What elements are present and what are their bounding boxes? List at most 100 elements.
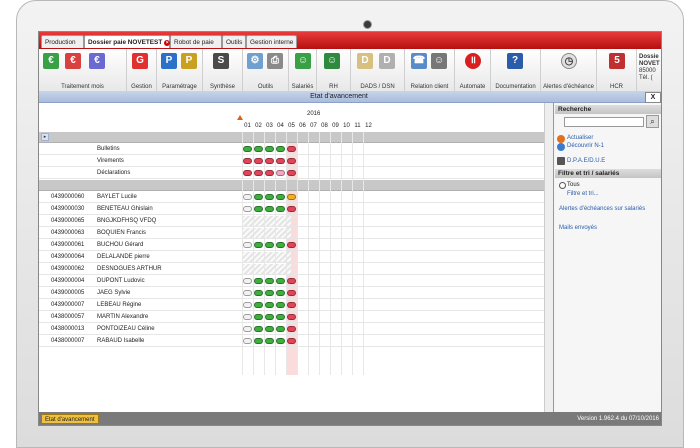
printer-icon: ⎙ bbox=[267, 53, 283, 69]
ribbon-group-relation-client[interactable]: ☎ ☺ Relation client bbox=[405, 49, 455, 91]
employee-code: 0439000061 bbox=[51, 242, 85, 248]
hcr-icon: 5 bbox=[609, 53, 625, 69]
refresh-icon bbox=[557, 135, 565, 143]
pause-icon: ॥ bbox=[465, 53, 481, 69]
search-input[interactable] bbox=[564, 117, 644, 127]
search-icon[interactable]: ⌕ bbox=[646, 115, 659, 128]
search-header: Recherche bbox=[555, 105, 661, 114]
ribbon-group-dads-dsn[interactable]: D D DADS / DSN bbox=[351, 49, 405, 91]
question-icon: ? bbox=[507, 53, 523, 69]
status-tab-etat[interactable]: Etat d'avancement bbox=[41, 414, 99, 424]
month-header-cell: 02 bbox=[255, 123, 262, 129]
month-column bbox=[275, 132, 286, 375]
payroll-batch-icon: € bbox=[89, 53, 105, 69]
employee-code: 0439000065 bbox=[51, 218, 85, 224]
ribbon-group-alertes[interactable]: ◷ Alertes d'échéance bbox=[541, 49, 597, 91]
ribbon-group-synthese[interactable]: S Synthèse bbox=[203, 49, 243, 91]
month-column bbox=[319, 132, 330, 375]
camera-icon bbox=[363, 20, 372, 29]
employee-code: 0438000007 bbox=[51, 338, 85, 344]
tab-outils[interactable]: Outils bbox=[222, 35, 246, 48]
employee-code: 0438000013 bbox=[51, 326, 85, 332]
row-name: BAYLET Lucile bbox=[97, 194, 137, 200]
month-header-cell: 11 bbox=[354, 123, 361, 129]
employee-code: 0439000062 bbox=[51, 266, 85, 272]
tab-bar: Production Dossier paie NOVETEST × Robot … bbox=[39, 32, 661, 49]
month-column bbox=[253, 132, 264, 375]
ribbon-group-salaries[interactable]: ☺ Salariés bbox=[289, 49, 317, 91]
dossier-line: NOVET bbox=[639, 61, 660, 67]
payroll-month-icon: € bbox=[43, 53, 59, 69]
tab-label: Gestion interne bbox=[250, 39, 294, 46]
dossier-line: Dossie bbox=[639, 54, 659, 60]
ribbon-group-label: Alertes d'échéance bbox=[543, 84, 594, 90]
month-header-cell: 01 bbox=[244, 123, 251, 129]
dossier-info: Dossie NOVET 85000 Tél. ( bbox=[639, 54, 660, 82]
tab-label: Dossier paie NOVETEST bbox=[88, 39, 163, 46]
ribbon-group-label: Gestion bbox=[131, 84, 152, 90]
dpae-icon bbox=[557, 157, 565, 165]
row-selector-icon[interactable]: ▸ bbox=[41, 133, 49, 141]
vertical-scrollbar[interactable] bbox=[544, 103, 553, 413]
progress-grid: 2016 01 02 03 04 05 06 07 08 09 10 11 12 ▸ Bulletins… bbox=[39, 103, 554, 421]
ribbon-group-traitement-mois[interactable]: € € € Traitement mois bbox=[39, 49, 127, 91]
app-window: Production Dossier paie NOVETEST × Robot … bbox=[38, 31, 662, 426]
ribbon-group-label: Synthèse bbox=[209, 84, 236, 90]
tab-dossier-paie[interactable]: Dossier paie NOVETEST × bbox=[84, 35, 171, 48]
row-name: JAEG Sylvie bbox=[97, 290, 131, 296]
current-month-marker-icon bbox=[237, 115, 243, 120]
dossier-line: Tél. ( bbox=[639, 75, 653, 81]
employee-code: 0439000060 bbox=[51, 194, 85, 200]
clock-icon: ◷ bbox=[561, 53, 577, 69]
month-column bbox=[308, 132, 319, 375]
month-header-cell: 04 bbox=[277, 123, 284, 129]
employee-code: 0439000007 bbox=[51, 302, 85, 308]
row-name: BUCHOU Gérard bbox=[97, 242, 144, 248]
ribbon-group-label: Relation client bbox=[410, 84, 449, 90]
ribbon-group-parametrage[interactable]: P P Paramétrage bbox=[157, 49, 203, 91]
payroll-edit-icon: € bbox=[65, 53, 81, 69]
ribbon-group-rh[interactable]: ☺ RH bbox=[317, 49, 351, 91]
window-title-bar: Etat d'avancement X bbox=[39, 91, 661, 103]
link-actualiser[interactable]: Actualiser bbox=[567, 135, 593, 142]
status-bar: Etat d'avancement Version 1.962.4 du 07/… bbox=[39, 412, 661, 425]
row-name: PONTOIZEAU Céline bbox=[97, 326, 155, 332]
row-name: DESNOGUES ARTHUR bbox=[97, 266, 162, 272]
tab-label: Production bbox=[45, 39, 76, 46]
close-button[interactable]: X bbox=[645, 92, 661, 103]
row-name: DUPONT Ludovic bbox=[97, 278, 145, 284]
ribbon-group-hcr[interactable]: 5 HCR bbox=[597, 49, 637, 91]
row-name: BENETEAU Ghislain bbox=[97, 206, 153, 212]
radio-tous[interactable] bbox=[559, 182, 566, 189]
link-decouvrir[interactable]: Découvrir N-1 bbox=[567, 143, 604, 150]
ribbon-group-automate[interactable]: ॥ Automate bbox=[455, 49, 491, 91]
link-mails-envoyes[interactable]: Mails envoyés bbox=[559, 225, 597, 232]
month-column bbox=[297, 132, 308, 375]
filter-option-tous[interactable]: Tous bbox=[567, 182, 580, 189]
ribbon-group-documentation[interactable]: ? Documentation bbox=[491, 49, 541, 91]
tab-production[interactable]: Production bbox=[41, 35, 84, 48]
employee-code: 0438000057 bbox=[51, 314, 85, 320]
hr-icon: ☺ bbox=[324, 53, 340, 69]
month-header-cell: 12 bbox=[365, 123, 372, 129]
tab-robot-de-paie[interactable]: Robot de paie bbox=[170, 35, 222, 48]
version-label: Version 1.962.4 du 07/10/2016 bbox=[577, 416, 659, 422]
ribbon-toolbar: € € € Traitement mois G Gestion P P Para… bbox=[39, 49, 661, 92]
link-dpae-due[interactable]: D.P.A.E/D.U.E bbox=[567, 158, 605, 165]
year-label: 2016 bbox=[307, 111, 321, 117]
month-column bbox=[286, 132, 297, 375]
row-name: DELALANDE pierre bbox=[97, 254, 150, 260]
month-column bbox=[330, 132, 341, 375]
link-alertes-salaries[interactable]: Alertes d'échéances sur salariés bbox=[559, 206, 657, 213]
tab-label: Robot de paie bbox=[174, 39, 214, 46]
ribbon-group-outils[interactable]: ⚙ ⎙ Outils bbox=[243, 49, 289, 91]
ribbon-group-label: RH bbox=[329, 84, 338, 90]
ribbon-group-gestion[interactable]: G Gestion bbox=[127, 49, 157, 91]
contact-icon: ☺ bbox=[431, 53, 447, 69]
month-header-cell: 06 bbox=[299, 123, 306, 129]
month-header-cell: 07 bbox=[310, 123, 317, 129]
ribbon-group-label: Documentation bbox=[495, 84, 536, 90]
tab-gestion-interne[interactable]: Gestion interne bbox=[246, 35, 297, 48]
filter-option-filtre-tri[interactable]: Filtre et tri... bbox=[567, 191, 599, 198]
filter-header: Filtre et tri / salariés bbox=[555, 169, 661, 178]
